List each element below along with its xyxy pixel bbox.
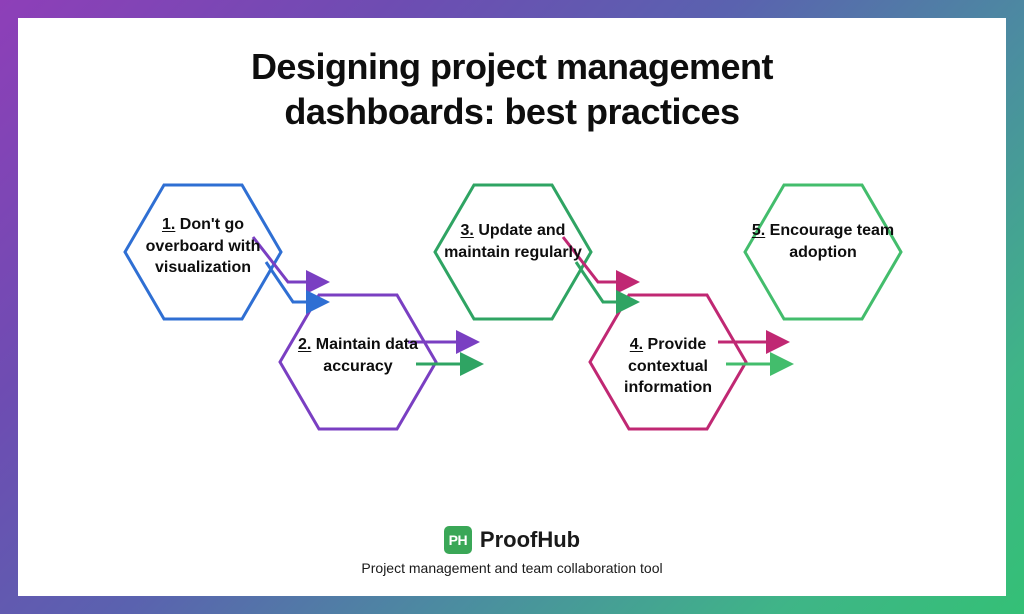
title-line-2: dashboards: best practices <box>284 91 739 132</box>
title-line-1: Designing project management <box>251 46 773 87</box>
content-card: Designing project management dashboards:… <box>18 18 1006 596</box>
brand-tagline: Project management and team collaboratio… <box>18 560 1006 576</box>
page-title: Designing project management dashboards:… <box>18 44 1006 134</box>
gradient-frame: Designing project management dashboards:… <box>0 0 1024 614</box>
diagram-svg <box>18 142 1006 482</box>
hex-4-label: 4. Provide contextual information <box>593 334 743 399</box>
hex-5-label: 5. Encourage team adoption <box>748 220 898 263</box>
hex-2-label: 2. Maintain data accuracy <box>283 334 433 377</box>
footer: PH ProofHub Project management and team … <box>18 526 1006 596</box>
hex-1-label: 1. Don't go overboard with visualization <box>128 214 278 279</box>
brand-logo: PH ProofHub <box>444 526 580 554</box>
brand-badge-icon: PH <box>444 526 472 554</box>
hex-flow-diagram: 1. Don't go overboard with visualization… <box>18 142 1006 526</box>
brand-name: ProofHub <box>480 527 580 553</box>
hex-3-label: 3. Update and maintain regularly <box>438 220 588 263</box>
